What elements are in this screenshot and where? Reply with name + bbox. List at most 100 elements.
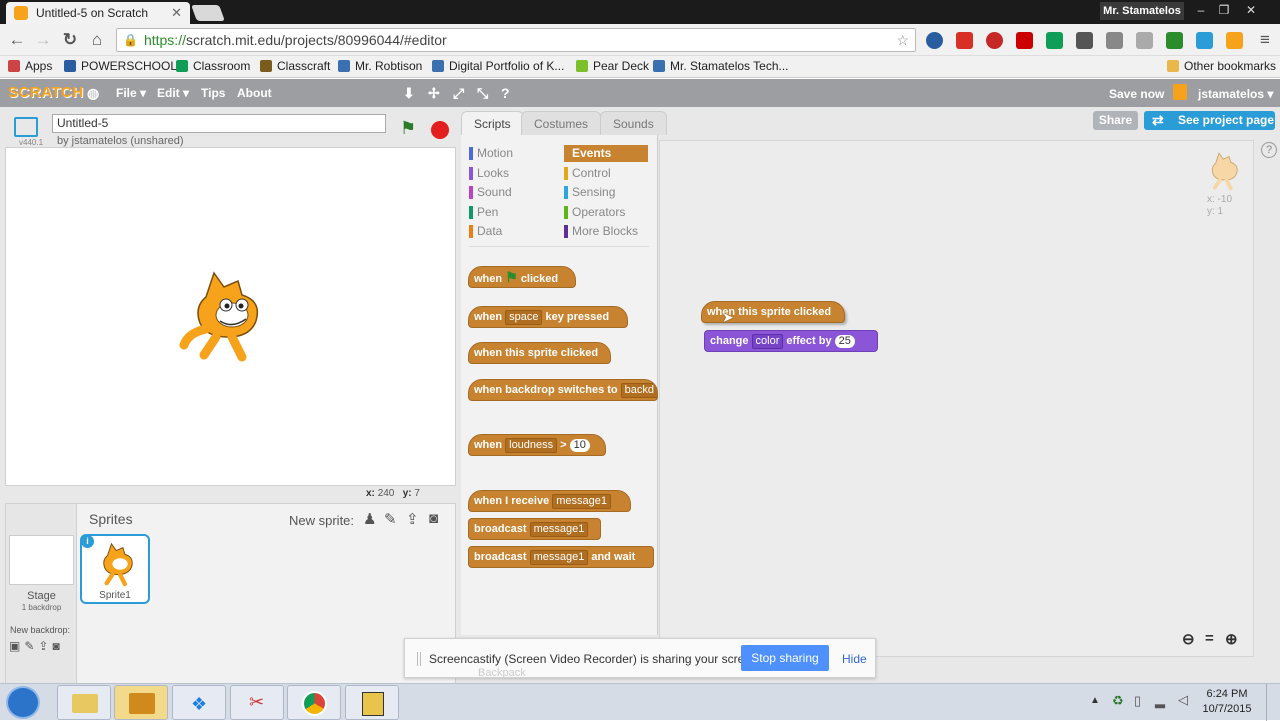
- when-flag-clicked-block[interactable]: when ⚑ clicked: [468, 266, 576, 288]
- extension-icon[interactable]: [1106, 32, 1123, 49]
- classroom-icon[interactable]: [1166, 32, 1183, 49]
- show-desktop-button[interactable]: [1266, 684, 1280, 721]
- browser-tab[interactable]: Untitled-5 on Scratch ✕: [6, 2, 190, 24]
- record-icon[interactable]: [1016, 32, 1033, 49]
- clock-time[interactable]: 6:24 PM: [1196, 688, 1258, 700]
- bookmark-classcraft[interactable]: Classcraft: [260, 59, 330, 73]
- save-now-link[interactable]: Save now: [1109, 87, 1164, 101]
- extension-icon[interactable]: [986, 32, 1003, 49]
- address-bar[interactable]: 🔒 https:// scratch.mit.edu/projects/8099…: [116, 28, 916, 52]
- chrome-taskbar-button[interactable]: [287, 685, 341, 720]
- script-area[interactable]: x: -10 y: 1 when this sprite clicked cha…: [659, 140, 1254, 657]
- bookmark-star-icon[interactable]: ☆: [896, 32, 909, 49]
- loudness-value-input[interactable]: 10: [569, 439, 590, 452]
- bookmark-powerschool[interactable]: POWERSCHOOL: [64, 59, 177, 73]
- dropbox-taskbar-button[interactable]: ❖: [172, 685, 226, 720]
- upload-icon[interactable]: ⇪: [406, 510, 419, 528]
- stage-canvas[interactable]: [5, 147, 456, 486]
- backdrop-dropdown[interactable]: backd: [620, 383, 657, 398]
- category-looks[interactable]: Looks: [469, 165, 553, 182]
- zoom-reset-icon[interactable]: =: [1205, 630, 1214, 647]
- extension-icon[interactable]: [1226, 32, 1243, 49]
- bookmark-peardeck[interactable]: Pear Deck: [576, 59, 649, 73]
- chrome-menu-icon[interactable]: ≡: [1256, 31, 1274, 49]
- zoom-in-icon[interactable]: ⊕: [1225, 630, 1238, 648]
- category-operators[interactable]: Operators: [564, 204, 648, 221]
- when-loudness-block[interactable]: when loudness >10: [468, 434, 606, 456]
- home-icon[interactable]: ⌂: [88, 31, 106, 49]
- broadcast-block[interactable]: broadcast message1: [468, 518, 601, 540]
- backdrop-tools-icon[interactable]: ▣✎⇪◙: [9, 639, 64, 653]
- category-more-blocks[interactable]: More Blocks: [564, 223, 648, 240]
- tray-arrow-icon[interactable]: ▲: [1090, 695, 1100, 706]
- category-events[interactable]: Events: [564, 145, 648, 162]
- extension-icon[interactable]: [926, 32, 943, 49]
- camera-icon[interactable]: ◙: [429, 510, 438, 527]
- tray-sync-icon[interactable]: ♻: [1112, 693, 1124, 709]
- cat-sprite-icon[interactable]: [176, 263, 271, 363]
- when-sprite-clicked-block[interactable]: when this sprite clicked: [468, 342, 611, 364]
- restore-icon[interactable]: ❐: [1213, 2, 1235, 18]
- about-menu[interactable]: About: [237, 86, 272, 100]
- category-data[interactable]: Data: [469, 223, 553, 240]
- bookmark-apps[interactable]: Apps: [8, 59, 52, 73]
- message-dropdown[interactable]: message1: [529, 522, 589, 537]
- message-dropdown[interactable]: message1: [552, 494, 611, 509]
- extension-icon[interactable]: [1076, 32, 1093, 49]
- windows-start-icon[interactable]: [6, 686, 40, 719]
- tray-battery-icon[interactable]: ▯: [1134, 693, 1141, 709]
- category-sound[interactable]: Sound: [469, 184, 553, 201]
- message-dropdown[interactable]: message1: [529, 550, 589, 565]
- help-icon[interactable]: ?: [501, 85, 510, 101]
- shrink-icon[interactable]: ⤡: [477, 85, 488, 102]
- outlook-taskbar-button[interactable]: [114, 685, 168, 720]
- bookmark-portfolio[interactable]: Digital Portfolio of K...: [432, 59, 564, 73]
- snipping-taskbar-button[interactable]: ✂: [230, 685, 284, 720]
- explorer-taskbar-button[interactable]: [57, 685, 111, 720]
- new-tab-button[interactable]: [191, 5, 225, 21]
- see-project-page-button[interactable]: ⇄ See project page: [1144, 111, 1275, 130]
- tips-menu[interactable]: Tips: [201, 86, 225, 100]
- close-tab-icon[interactable]: ✕: [171, 5, 182, 21]
- tab-scripts[interactable]: Scripts: [461, 111, 524, 135]
- duplicate-stamp-icon[interactable]: ⬇: [403, 85, 415, 102]
- broadcast-and-wait-block[interactable]: broadcast message1 and wait: [468, 546, 654, 568]
- fullscreen-icon[interactable]: [14, 117, 38, 137]
- bookmark-classroom[interactable]: Classroom: [176, 59, 250, 73]
- when-backdrop-switches-block[interactable]: when backdrop switches to backd: [468, 379, 658, 401]
- stop-sign-icon[interactable]: [431, 121, 449, 139]
- tray-volume-icon[interactable]: ◁: [1178, 692, 1188, 708]
- help-icon[interactable]: ?: [1261, 142, 1277, 158]
- clock-date[interactable]: 10/7/2015: [1196, 703, 1258, 715]
- hide-link[interactable]: Hide: [842, 652, 867, 666]
- back-icon[interactable]: ←: [8, 31, 26, 49]
- close-window-icon[interactable]: ✕: [1240, 2, 1262, 18]
- gmail-icon[interactable]: [956, 32, 973, 49]
- user-menu[interactable]: jstamatelos ▾: [1198, 87, 1273, 101]
- effect-dropdown[interactable]: color: [751, 334, 784, 349]
- change-effect-block[interactable]: change color effect by 25: [704, 330, 878, 352]
- share-button[interactable]: Share: [1093, 111, 1138, 130]
- choose-sprite-icon[interactable]: ♟: [363, 510, 376, 528]
- extension-icon[interactable]: [1136, 32, 1153, 49]
- paint-brush-icon[interactable]: ✎: [384, 510, 397, 528]
- globe-icon[interactable]: ◍: [87, 85, 99, 102]
- category-pen[interactable]: Pen: [469, 204, 553, 221]
- notes-taskbar-button[interactable]: [345, 685, 399, 720]
- green-flag-icon[interactable]: ⚑: [400, 119, 416, 137]
- drive-icon[interactable]: [1046, 32, 1063, 49]
- stage-thumbnail[interactable]: [9, 535, 74, 585]
- reload-icon[interactable]: ↻: [61, 31, 79, 49]
- extension-icon[interactable]: [1196, 32, 1213, 49]
- category-motion[interactable]: Motion: [469, 145, 553, 162]
- scratch-logo[interactable]: SCRATCH: [8, 84, 84, 101]
- zoom-out-icon[interactable]: ⊖: [1182, 630, 1195, 648]
- sprite-thumbnail[interactable]: i Sprite1: [80, 534, 150, 604]
- effect-value-input[interactable]: 25: [834, 335, 855, 348]
- grow-icon[interactable]: ⤢: [453, 85, 464, 102]
- backpack-label[interactable]: Backpack: [478, 667, 526, 679]
- stop-sharing-button[interactable]: Stop sharing: [741, 645, 829, 671]
- category-sensing[interactable]: Sensing: [564, 184, 648, 201]
- drag-handle-icon[interactable]: [417, 652, 421, 666]
- when-i-receive-block[interactable]: when I receive message1: [468, 490, 631, 512]
